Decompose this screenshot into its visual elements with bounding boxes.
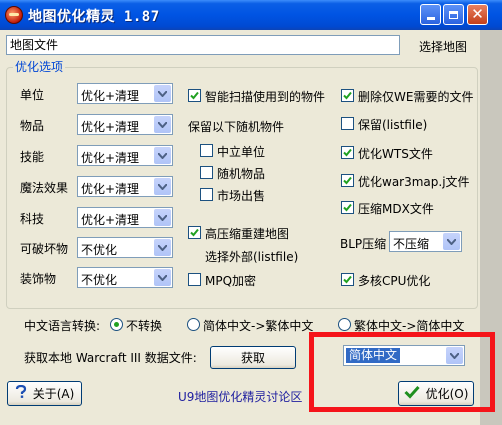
checkmark-icon — [343, 275, 352, 284]
high-compress-checkbox[interactable] — [188, 226, 201, 239]
compress-mdx-checkbox[interactable] — [341, 201, 354, 214]
optimize-wts-label: 优化WTS文件 — [358, 147, 433, 161]
options-group-legend: 优化选项 — [13, 58, 66, 75]
smart-scan-checkbox[interactable] — [188, 89, 201, 102]
chevron-down-icon[interactable] — [154, 116, 171, 133]
chevron-down-icon[interactable] — [154, 269, 171, 286]
window-title: 地图优化精灵 1.87 — [28, 9, 160, 25]
blp-compress-value: 不压缩 — [393, 237, 430, 251]
optimize-wts-checkbox[interactable] — [341, 146, 354, 159]
item-combo[interactable]: 优化+清理 — [77, 114, 173, 135]
checkmark-icon — [343, 91, 352, 100]
destructable-combo[interactable]: 不优化 — [77, 237, 173, 258]
minimize-button[interactable] — [420, 4, 441, 25]
about-button-label: 关于(A) — [32, 387, 75, 401]
question-icon — [15, 384, 27, 402]
smart-scan-label: 智能扫描使用到的物件 — [205, 90, 326, 104]
checkmark-icon — [404, 385, 420, 402]
warcraft-data-label: 获取本地 Warcraft III 数据文件: — [24, 351, 197, 365]
simp-to-trad-radio[interactable] — [187, 318, 200, 331]
maximize-icon — [449, 10, 458, 19]
optimize-button[interactable]: 优化(O) — [398, 381, 474, 406]
no-convert-radio[interactable] — [110, 318, 123, 331]
upgrade-label: 科技 — [20, 212, 45, 226]
chevron-down-icon[interactable] — [154, 85, 171, 102]
keep-listfile-checkbox[interactable] — [341, 117, 354, 130]
app-icon[interactable] — [5, 6, 23, 24]
checkmark-icon — [190, 91, 199, 100]
checkmark-icon — [343, 203, 352, 212]
buff-label: 魔法效果 — [20, 181, 69, 195]
delete-we-files-checkbox[interactable] — [341, 89, 354, 102]
mpq-encrypt-label: MPQ加密 — [205, 274, 257, 288]
blp-compress-label: BLP压缩 — [340, 237, 387, 251]
ability-label: 技能 — [20, 150, 45, 164]
buff-combo-value: 优化+清理 — [81, 182, 140, 196]
doodad-combo-value: 不优化 — [81, 273, 118, 287]
checkmark-icon — [343, 148, 352, 157]
delete-we-files-label: 删除仅WE需要的文件 — [358, 90, 474, 104]
neutral-units-checkbox[interactable] — [200, 144, 213, 157]
doodad-combo[interactable]: 不优化 — [77, 267, 173, 288]
upgrade-combo[interactable]: 优化+清理 — [77, 207, 173, 228]
chevron-down-icon[interactable] — [443, 233, 460, 250]
multicore-label: 多核CPU优化 — [358, 274, 431, 288]
no-convert-label: 不转换 — [126, 319, 163, 333]
forum-link[interactable]: U9地图优化精灵讨论区 — [178, 388, 302, 405]
buff-combo[interactable]: 优化+清理 — [77, 176, 173, 197]
upgrade-combo-value: 优化+清理 — [81, 213, 140, 227]
get-button[interactable]: 获取 — [210, 346, 296, 369]
blp-compress-combo[interactable]: 不压缩 — [389, 231, 462, 252]
map-file-input[interactable]: 地图文件 — [6, 35, 400, 55]
destructable-label: 可破坏物 — [20, 242, 69, 256]
language-convert-label: 中文语言转换: — [24, 319, 101, 333]
trad-to-simp-radio[interactable] — [338, 318, 351, 331]
close-icon: ✕ — [471, 5, 484, 23]
market-sale-label: 市场出售 — [217, 189, 266, 203]
chevron-down-icon[interactable] — [154, 209, 171, 226]
multicore-checkbox[interactable] — [341, 273, 354, 286]
select-map-button[interactable]: 选择地图 — [419, 38, 467, 55]
unit-combo[interactable]: 优化+清理 — [77, 83, 173, 104]
choose-external-listfile[interactable]: 选择外部(listfile) — [205, 248, 298, 265]
chevron-down-icon[interactable] — [154, 239, 171, 256]
about-button[interactable]: 关于(A) — [7, 381, 82, 406]
close-button[interactable]: ✕ — [467, 4, 488, 25]
high-compress-label: 高压缩重建地图 — [205, 227, 290, 241]
optimize-button-label: 优化(O) — [425, 387, 469, 401]
minimize-icon — [426, 17, 435, 20]
chevron-down-icon[interactable] — [154, 178, 171, 195]
checkmark-icon — [190, 228, 199, 237]
chevron-down-icon[interactable] — [154, 147, 171, 164]
random-items-label: 随机物品 — [217, 167, 266, 181]
unit-combo-value: 优化+清理 — [81, 89, 140, 103]
ability-combo[interactable]: 优化+清理 — [77, 145, 173, 166]
keep-listfile-label: 保留(listfile) — [358, 118, 428, 132]
optimize-war3map-label: 优化war3map.j文件 — [358, 175, 470, 189]
doodad-label: 装饰物 — [20, 272, 57, 286]
mpq-encrypt-checkbox[interactable] — [188, 273, 201, 286]
keep-random-label: 保留以下随机物件 — [188, 120, 285, 134]
market-sale-checkbox[interactable] — [200, 188, 213, 201]
maximize-button[interactable] — [443, 4, 464, 25]
simp-to-trad-label: 简体中文->繁体中文 — [203, 319, 314, 333]
checkmark-icon — [343, 176, 352, 185]
item-combo-value: 优化+清理 — [81, 120, 140, 134]
optimize-war3map-checkbox[interactable] — [341, 174, 354, 187]
random-items-checkbox[interactable] — [200, 166, 213, 179]
neutral-units-label: 中立单位 — [217, 145, 266, 159]
item-label: 物品 — [20, 119, 45, 133]
unit-label: 单位 — [20, 88, 45, 102]
destructable-combo-value: 不优化 — [81, 243, 118, 257]
ability-combo-value: 优化+清理 — [81, 151, 140, 165]
compress-mdx-label: 压缩MDX文件 — [358, 202, 434, 216]
